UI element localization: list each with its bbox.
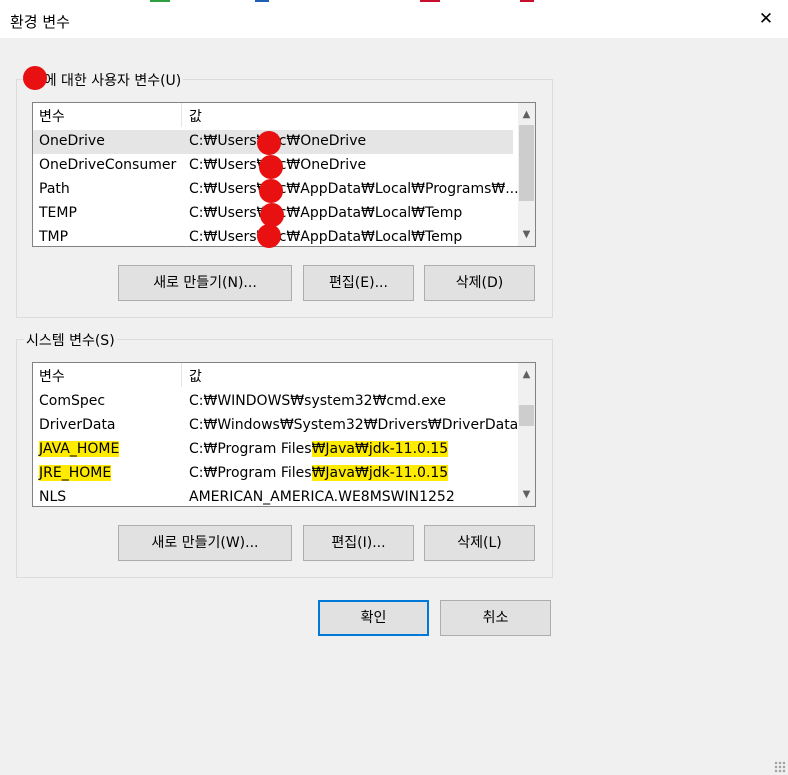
user-delete-button[interactable]: 삭제(D) — [424, 265, 535, 301]
column-header-value[interactable]: 값 — [189, 106, 202, 126]
table-row[interactable]: JAVA_HOME C:₩Program Files₩Java₩jdk-11.0… — [33, 438, 513, 462]
vertical-scrollbar[interactable]: ▲ ▼ — [518, 363, 535, 506]
variable-value: C:₩WINDOWS₩system32₩cmd.exe — [189, 393, 446, 409]
variable-name: NLS — [39, 489, 67, 505]
variable-name: DriverData — [39, 417, 116, 433]
list-header: 변수 값 — [33, 363, 513, 387]
table-row[interactable]: DriverData C:₩Windows₩System32₩Drivers₩D… — [33, 414, 518, 438]
column-separator[interactable] — [181, 103, 182, 127]
table-row[interactable]: JRE_HOME C:₩Program Files₩Java₩jdk-11.0.… — [33, 462, 513, 486]
redaction-dot — [257, 224, 281, 248]
value-prefix: C:₩Program Files — [189, 441, 312, 457]
value-prefix: C:₩Program Files — [189, 465, 312, 481]
variable-name: OneDriveConsumer — [39, 157, 177, 173]
system-variables-legend: 시스템 변수(S) — [24, 330, 117, 350]
table-row[interactable]: NLS AMERICAN_AMERICA.WE8MSWIN1252 — [33, 486, 513, 506]
variable-name: OneDrive — [39, 133, 105, 149]
window-title: 환경 변수 — [10, 13, 70, 31]
value-highlighted: ₩Java₩jdk-11.0.15 — [311, 465, 449, 481]
column-header-value[interactable]: 값 — [189, 366, 202, 386]
variable-name-highlighted: JAVA_HOME — [39, 441, 120, 457]
column-separator[interactable] — [181, 363, 182, 387]
redaction-dot — [257, 131, 281, 155]
cancel-button[interactable]: 취소 — [440, 600, 551, 636]
scrollbar-thumb[interactable] — [519, 125, 534, 201]
user-variables-legend: c에 대한 사용자 변수(U) — [34, 70, 184, 90]
close-icon[interactable]: ✕ — [754, 7, 778, 31]
column-header-variable[interactable]: 변수 — [39, 106, 65, 126]
scroll-up-icon[interactable]: ▲ — [518, 106, 535, 123]
variable-value: C:₩Windows₩System32₩Drivers₩DriverData — [189, 417, 519, 433]
user-edit-button[interactable]: 편집(E)... — [303, 265, 414, 301]
system-new-button[interactable]: 새로 만들기(W)... — [118, 525, 292, 561]
resize-grip-icon[interactable] — [774, 761, 786, 773]
list-header: 변수 값 — [33, 103, 513, 127]
variable-value: C:₩Program Files₩Java₩jdk-11.0.15 — [189, 441, 449, 457]
system-variables-list[interactable]: 변수 값 ComSpec C:₩WINDOWS₩system32₩cmd.exe… — [32, 362, 536, 507]
user-new-button[interactable]: 새로 만들기(N)... — [118, 265, 292, 301]
variable-name-highlighted: JRE_HOME — [39, 465, 112, 481]
value-highlighted: ₩Java₩jdk-11.0.15 — [311, 441, 449, 457]
scroll-up-icon[interactable]: ▲ — [518, 366, 535, 383]
user-variables-list[interactable]: 변수 값 OneDrive C:₩Users₩ ic₩OneDrive OneD… — [32, 102, 536, 247]
redaction-dot — [259, 155, 283, 179]
scrollbar-thumb[interactable] — [519, 405, 534, 426]
ok-button[interactable]: 확인 — [318, 600, 429, 636]
variable-name: Path — [39, 181, 70, 197]
variable-value: AMERICAN_AMERICA.WE8MSWIN1252 — [189, 489, 455, 505]
vertical-scrollbar[interactable]: ▲ ▼ — [518, 103, 535, 246]
table-row[interactable]: ComSpec C:₩WINDOWS₩system32₩cmd.exe — [33, 390, 513, 414]
scroll-down-icon[interactable]: ▼ — [518, 486, 535, 503]
scroll-down-icon[interactable]: ▼ — [518, 226, 535, 243]
variable-value: C:₩Users₩ ic₩AppData₩Local₩Temp — [189, 205, 463, 221]
redaction-dot — [259, 179, 283, 203]
system-delete-button[interactable]: 삭제(L) — [424, 525, 535, 561]
column-header-variable[interactable]: 변수 — [39, 366, 65, 386]
variable-value: C:₩Users₩ ic₩AppData₩Local₩Temp — [189, 229, 463, 245]
variable-value: C:₩Program Files₩Java₩jdk-11.0.15 — [189, 465, 449, 481]
variable-name: TEMP — [39, 205, 77, 221]
variable-value: C:₩Users₩ ic₩AppData₩Local₩Programs₩... — [189, 181, 519, 197]
system-edit-button[interactable]: 편집(I)... — [303, 525, 414, 561]
variable-name: TMP — [39, 229, 69, 245]
title-bar: 환경 변수 ✕ — [0, 2, 788, 38]
redaction-dot — [23, 66, 47, 90]
variable-name: ComSpec — [39, 393, 106, 409]
